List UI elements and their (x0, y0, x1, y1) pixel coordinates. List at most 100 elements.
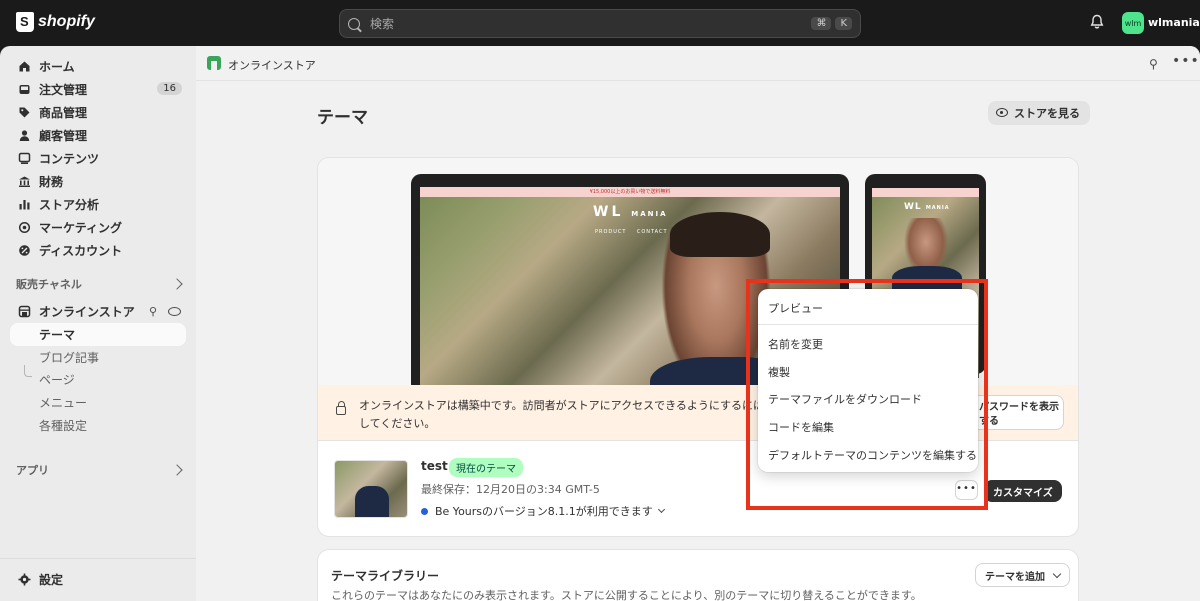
apps-heading: アプリ (16, 464, 49, 477)
sidebar-item-content[interactable]: コンテンツ (10, 147, 186, 170)
top-bar: shopify 検索 ⌘ K wlm wlmania (0, 0, 1200, 46)
chevron-down-icon (657, 505, 665, 514)
bank-icon (18, 175, 31, 188)
sidebar-divider (0, 558, 196, 559)
sidebar-item-analytics[interactable]: ストア分析 (10, 193, 186, 216)
banner-message: オンラインストアは構築中です。訪問者がストアにアクセスできるようにするには して… (359, 397, 779, 433)
more-actions-icon[interactable]: ••• (1172, 53, 1200, 69)
sidebar-item-label: 財務 (39, 175, 64, 189)
update-available-notice[interactable]: Be Yoursのバージョン8.1.1が利用できます (421, 503, 665, 519)
home-icon (18, 60, 31, 73)
online-store-app-icon (207, 56, 221, 70)
mobile-announcement-bar (872, 188, 979, 197)
sidebar-item-label: ホーム (39, 60, 75, 74)
last-saved-text: 最終保存：12月20日の3:34 GMT-5 (421, 483, 600, 496)
customize-button[interactable]: カスタマイズ (984, 480, 1062, 502)
site-nav: PRODUCT CONTACT (595, 229, 668, 235)
store-icon (18, 305, 31, 318)
current-theme-badge: 現在のテーマ (449, 458, 523, 477)
shopify-bag-icon (16, 12, 34, 32)
view-store-label: ストアを見る (1014, 107, 1080, 120)
sidebar-item-blog[interactable]: ブログ記事 (10, 346, 186, 369)
discount-icon (18, 244, 31, 257)
search-input[interactable]: 検索 ⌘ K (339, 9, 861, 38)
search-placeholder: 検索 (370, 17, 395, 31)
view-password-label-line1: パスワードを表示 (979, 402, 1059, 413)
target-icon (18, 221, 31, 234)
hero-image-detail (670, 212, 770, 257)
bar-chart-icon (18, 198, 31, 211)
sidebar-item-online-store[interactable]: オンラインストア (10, 300, 186, 323)
theme-library-card: テーマライブラリー これらのテーマはあなたにのみ表示されます。ストアに公開するこ… (317, 549, 1079, 601)
page-title: テーマ (317, 108, 368, 128)
update-dot-icon (421, 507, 428, 515)
red-highlight-box (746, 279, 988, 510)
content-icon (18, 152, 31, 165)
sales-channels-chevron-icon[interactable] (171, 278, 183, 290)
lock-icon (336, 401, 346, 415)
sidebar-item-navigation[interactable]: メニュー (10, 391, 186, 414)
notification-bell-icon[interactable] (1089, 14, 1105, 32)
site-nav-item: PRODUCT (595, 229, 627, 235)
sidebar-item-label: 顧客管理 (39, 129, 88, 143)
gear-icon (18, 573, 31, 586)
theme-library-title: テーマライブラリー (331, 569, 440, 583)
main-content: オンラインストア ⚲ ••• テーマ ストアを見る ¥15,000以上のお買い物… (196, 46, 1200, 601)
banner-message-line1: オンラインストアは構築中です。訪問者がストアにアクセスできるようにするには (359, 399, 765, 412)
sidebar-item-label: マーケティング (39, 221, 123, 235)
sidebar-item-label: 設定 (39, 573, 64, 587)
shopify-logo[interactable]: shopify (16, 12, 95, 32)
update-notice-text: Be Yoursのバージョン8.1.1が利用できます (435, 505, 653, 518)
sidebar-item-products[interactable]: 商品管理 (10, 101, 186, 124)
site-logo-suffix: MANIA (631, 210, 668, 218)
inbox-icon (18, 83, 31, 96)
theme-thumbnail (334, 460, 408, 518)
eye-icon[interactable] (168, 307, 181, 316)
mobile-site-logo: WL MANIA (904, 202, 950, 212)
sales-channels-heading: 販売チャネル (16, 278, 82, 291)
avatar[interactable]: wlm (1122, 12, 1144, 34)
person-icon (18, 129, 31, 142)
pin-icon[interactable]: ⚲ (1149, 57, 1158, 71)
theme-library-description: これらのテーマはあなたにのみ表示されます。ストアに公開することにより、別のテーマ… (331, 589, 922, 601)
add-theme-button[interactable]: テーマを追加 (975, 563, 1070, 587)
sidebar-item-label: 注文管理 (39, 83, 88, 97)
sidebar-item-discounts[interactable]: ディスカウント (10, 239, 186, 262)
sidebar-item-label: コンテンツ (39, 152, 100, 166)
orders-count-badge: 16 (157, 82, 182, 95)
header-section-title: オンラインストア (228, 59, 316, 72)
banner-message-line2: してください。 (359, 417, 436, 430)
sidebar-item-preferences[interactable]: 各種設定 (10, 414, 186, 437)
shortcut-k: K (835, 17, 852, 30)
sidebar-item-orders[interactable]: 注文管理 16 (10, 78, 186, 101)
view-store-button[interactable]: ストアを見る (988, 101, 1090, 125)
mobile-logo-main: WL (904, 202, 922, 212)
sidebar-item-finance[interactable]: 財務 (10, 170, 186, 193)
tag-icon (18, 106, 31, 119)
sidebar-item-home[interactable]: ホーム (10, 55, 186, 78)
mobile-logo-suffix: MANIA (925, 205, 950, 211)
sidebar-item-marketing[interactable]: マーケティング (10, 216, 186, 239)
search-icon (348, 17, 360, 30)
sidebar-item-settings[interactable]: 設定 (10, 568, 186, 591)
view-password-label-line2: する (979, 416, 999, 427)
shortcut-cmd: ⌘ (811, 17, 832, 30)
pin-icon[interactable]: ⚲ (149, 305, 157, 318)
announcement-bar: ¥15,000以上のお買い物で送料無料 (420, 187, 840, 197)
sidebar-item-label: オンラインストア (39, 305, 135, 319)
eye-icon (996, 108, 1008, 117)
theme-name: test (421, 459, 448, 473)
sidebar-item-label: ストア分析 (39, 198, 100, 212)
sidebar-item-customers[interactable]: 顧客管理 (10, 124, 186, 147)
sidebar: ホーム 注文管理 16 商品管理 顧客管理 コンテンツ 財務 ストア分析 マーケ… (0, 46, 196, 601)
site-logo-main: WL (593, 204, 624, 220)
page-header-bar: オンラインストア ⚲ ••• (196, 46, 1200, 81)
site-nav-item: CONTACT (636, 229, 668, 235)
sidebar-item-pages[interactable]: ページ (10, 368, 186, 391)
apps-chevron-icon[interactable] (171, 464, 183, 476)
site-logo: WL MANIA (593, 204, 668, 220)
store-name[interactable]: wlmania (1148, 16, 1200, 29)
sidebar-item-label: 商品管理 (39, 106, 88, 120)
sidebar-item-themes[interactable]: テーマ (10, 323, 186, 346)
brand-name: shopify (38, 13, 95, 30)
